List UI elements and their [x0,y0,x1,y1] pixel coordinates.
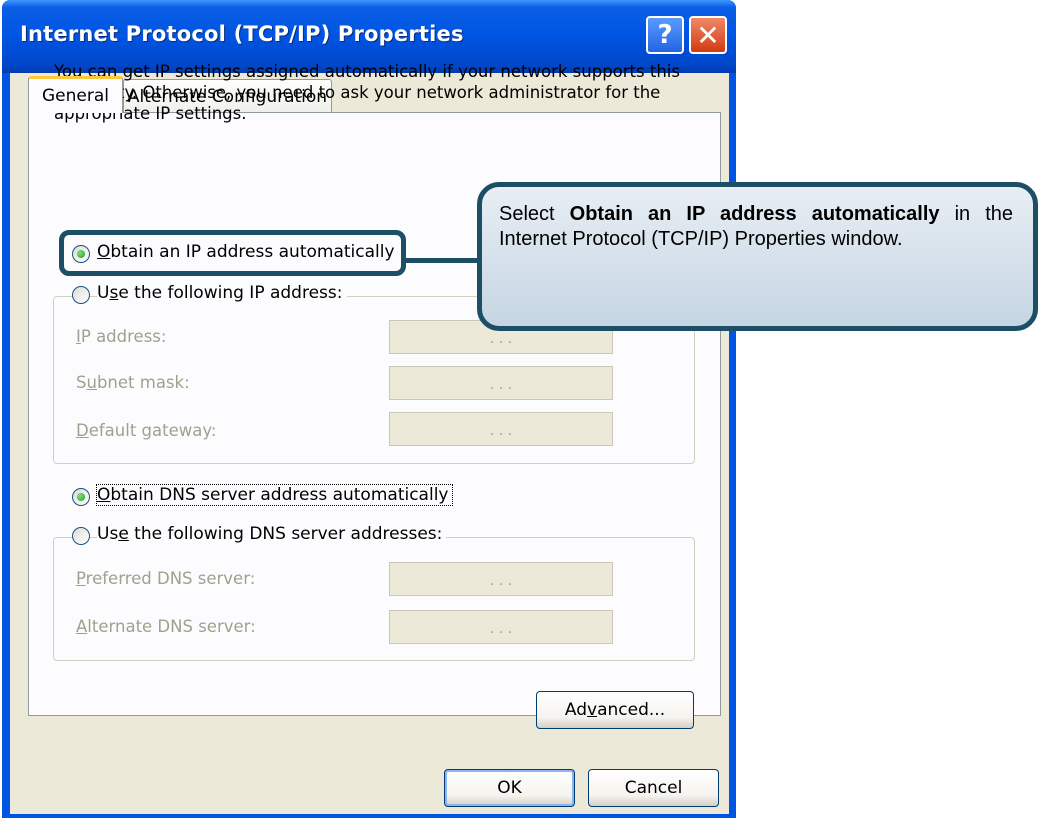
subnet-mask-input[interactable]: . . . [389,366,613,400]
label-subnet-mask: Subnet mask: [76,373,190,392]
ok-button[interactable]: OK [444,769,575,807]
label-preferred-dns: Preferred DNS server: [76,569,256,588]
label-use-following-ip[interactable]: Use the following IP address: [97,283,347,303]
cancel-button[interactable]: Cancel [588,769,719,807]
intro-text: You can get IP settings assigned automat… [54,62,680,123]
callout-highlight-frame [59,230,406,276]
radio-use-following-ip[interactable] [72,286,90,304]
label-alternate-dns: Alternate DNS server: [76,617,256,636]
help-icon: ? [657,20,673,50]
advanced-button[interactable]: Ad v anced... [536,691,694,729]
help-button[interactable]: ? [646,16,684,54]
label-default-gateway: Default gateway: [76,421,217,440]
tab-label: General [42,86,109,106]
callout-bold-text: Obtain an IP address automatically [569,203,940,225]
label-ip-address: IP address: [76,327,167,346]
alternate-dns-input[interactable]: . . . [389,610,613,644]
default-gateway-input[interactable]: . . . [389,412,613,446]
close-button[interactable]: ✕ [689,16,727,54]
radio-obtain-dns-auto[interactable] [72,488,90,506]
callout-connector [405,258,487,263]
radio-use-following-dns[interactable] [72,527,90,545]
callout-prefix: Select [499,203,570,225]
callout-box: Select Obtain an IP address automaticall… [477,182,1038,331]
close-icon: ✕ [696,18,720,52]
preferred-dns-input[interactable]: . . . [389,562,613,596]
label-obtain-dns-auto[interactable]: Obtain DNS server address automatically [95,484,454,506]
label-use-following-dns[interactable]: Use the following DNS server addresses: [97,524,447,544]
window-title: Internet Protocol (TCP/IP) Properties [20,22,464,46]
tab-general[interactable]: General [28,76,123,113]
